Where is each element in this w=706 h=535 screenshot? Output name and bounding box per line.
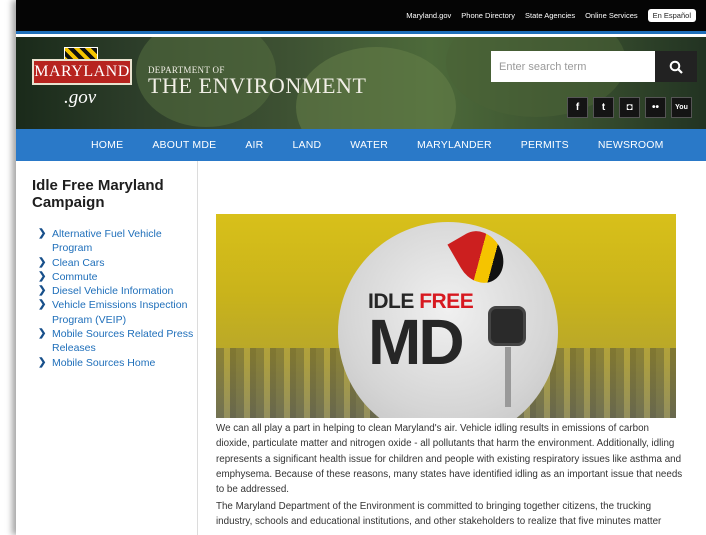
search-button[interactable] xyxy=(655,51,697,82)
utility-link-online-services[interactable]: Online Services xyxy=(585,11,638,20)
chevron-right-icon: ❯ xyxy=(38,256,47,268)
nav-air[interactable]: AIR xyxy=(245,139,263,151)
twitter-icon[interactable]: t xyxy=(593,97,614,118)
chevron-right-icon: ❯ xyxy=(38,356,47,368)
sidebar-item-commute[interactable]: ❯ Commute xyxy=(38,270,198,284)
sidebar-item-label[interactable]: Mobile Sources Related Press Releases xyxy=(52,327,198,356)
sidebar-item-label[interactable]: Commute xyxy=(52,270,98,284)
facebook-icon[interactable]: f xyxy=(567,97,588,118)
sidebar-item-label[interactable]: Alternative Fuel Vehicle Program xyxy=(52,227,198,256)
sidebar-title: Idle Free Maryland Campaign xyxy=(32,177,164,211)
search-input[interactable] xyxy=(491,51,655,82)
nav-permits[interactable]: PERMITS xyxy=(521,139,569,151)
nav-marylander[interactable]: MARYLANDER xyxy=(417,139,492,151)
sidebar-list: ❯ Alternative Fuel Vehicle Program ❯ Clean… xyxy=(38,227,198,370)
car-key-icon xyxy=(488,306,526,407)
search-bar xyxy=(491,51,697,82)
sidebar-item-mobile-sources-home[interactable]: ❯ Mobile Sources Home xyxy=(38,356,198,370)
idle-free-md-banner: IDLE FREE MD xyxy=(216,214,676,418)
page: Maryland.gov Phone Directory State Agenc… xyxy=(16,0,706,535)
chevron-right-icon: ❯ xyxy=(38,228,47,239)
logo-gov-text: .gov xyxy=(64,87,97,108)
nav-water[interactable]: WATER xyxy=(350,139,388,151)
commitment-paragraph: The Maryland Department of the Environme… xyxy=(216,501,662,528)
search-icon xyxy=(669,60,683,74)
department-title[interactable]: THE ENVIRONMENT xyxy=(148,73,367,99)
nav-home[interactable]: HOME xyxy=(91,139,123,151)
utility-link-state-agencies[interactable]: State Agencies xyxy=(525,11,575,20)
sidebar-item-label[interactable]: Clean Cars xyxy=(52,256,105,270)
chevron-right-icon: ❯ xyxy=(38,328,47,340)
sidebar-item-label[interactable]: Vehicle Emissions Inspection Program (VE… xyxy=(52,298,198,327)
maryland-logo[interactable]: MARYLAND xyxy=(32,59,132,85)
sidebar-item-label[interactable]: Mobile Sources Home xyxy=(52,356,155,370)
sidebar-item-label[interactable]: Diesel Vehicle Information xyxy=(52,284,173,298)
sidebar-item-clean-cars[interactable]: ❯ Clean Cars xyxy=(38,256,198,270)
sidebar-item-press-releases[interactable]: ❯ Mobile Sources Related Press Releases xyxy=(38,327,198,356)
chevron-right-icon: ❯ xyxy=(38,299,47,311)
sidebar-item-alternative-fuel[interactable]: ❯ Alternative Fuel Vehicle Program xyxy=(38,227,198,256)
utility-bar: Maryland.gov Phone Directory State Agenc… xyxy=(16,0,706,34)
utility-link-maryland-gov[interactable]: Maryland.gov xyxy=(406,11,451,20)
instagram-icon[interactable]: ◘ xyxy=(619,97,640,118)
youtube-icon[interactable]: You xyxy=(671,97,692,118)
hero-md-text: MD xyxy=(368,306,465,378)
nav-newsroom[interactable]: NEWSROOM xyxy=(598,139,664,151)
nav-land[interactable]: LAND xyxy=(292,139,321,151)
main-nav: HOME ABOUT MDE AIR LAND WATER MARYLANDER… xyxy=(16,129,706,161)
sidebar: Idle Free Maryland Campaign ❯ Alternative… xyxy=(16,161,198,535)
logo-state-text: MARYLAND xyxy=(34,63,130,80)
chevron-right-icon: ❯ xyxy=(38,270,47,282)
social-icons: f t ◘ •• You xyxy=(567,97,692,118)
header-banner: MARYLAND .gov DEPARTMENT OF THE ENVIRONM… xyxy=(16,37,706,129)
sidebar-item-veip[interactable]: ❯ Vehicle Emissions Inspection Program (V… xyxy=(38,298,198,327)
sidebar-item-diesel[interactable]: ❯ Diesel Vehicle Information xyxy=(38,284,198,298)
intro-paragraph: We can all play a part in helping to cle… xyxy=(216,423,683,496)
flickr-icon[interactable]: •• xyxy=(645,97,666,118)
espanol-link[interactable]: En Español xyxy=(647,9,696,22)
nav-about-mde[interactable]: ABOUT MDE xyxy=(152,139,216,151)
utility-link-phone-directory[interactable]: Phone Directory xyxy=(461,11,515,20)
chevron-right-icon: ❯ xyxy=(38,285,47,297)
